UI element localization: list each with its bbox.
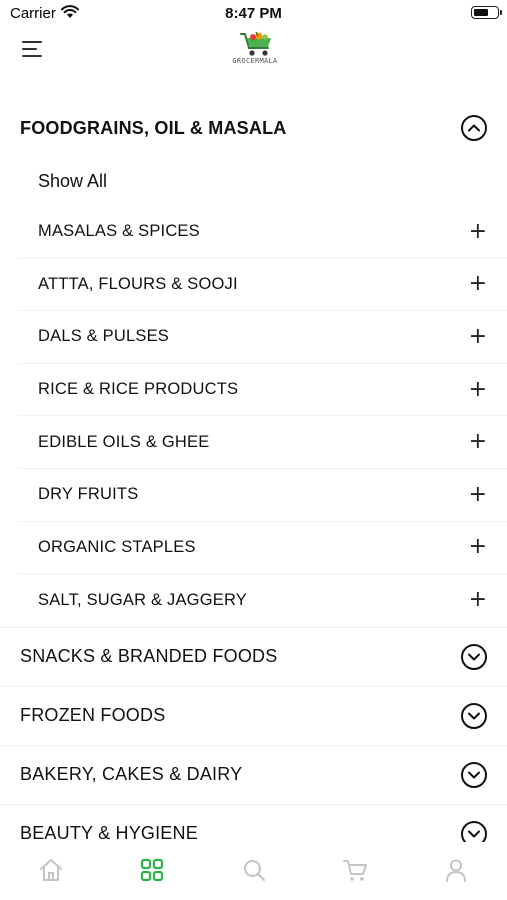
battery-icon xyxy=(471,6,502,19)
subcategory-item[interactable]: DALS & PULSES + xyxy=(18,311,507,364)
category-label: BEAUTY & HYGIENE xyxy=(20,823,198,842)
logo-text: GROCERMALA xyxy=(232,57,278,65)
subcategory-label: RICE & RICE PRODUCTS xyxy=(38,380,239,399)
chevron-down-icon[interactable] xyxy=(461,643,487,670)
category-label: SNACKS & BRANDED FOODS xyxy=(20,646,278,667)
subcategory-item[interactable]: ORGANIC STAPLES + xyxy=(18,522,507,575)
category-bakery[interactable]: BAKERY, CAKES & DAIRY xyxy=(0,744,507,804)
subcategory-item[interactable]: EDIBLE OILS & GHEE + xyxy=(18,416,507,469)
subcategory-item[interactable]: MASALAS & SPICES + xyxy=(18,206,507,259)
plus-icon[interactable]: + xyxy=(469,536,487,558)
category-frozen[interactable]: FROZEN FOODS xyxy=(0,685,507,745)
subcategory-label: DALS & PULSES xyxy=(38,327,169,346)
nav-home[interactable] xyxy=(0,842,101,900)
search-icon xyxy=(243,860,265,881)
subcategory-label: ORGANIC STAPLES xyxy=(38,537,196,556)
nav-cart[interactable] xyxy=(304,842,405,900)
section-foodgrains[interactable]: FOODGRAINS, OIL & MASALA xyxy=(0,100,507,156)
app-header: GROCERMALA xyxy=(0,28,507,72)
category-label: BAKERY, CAKES & DAIRY xyxy=(20,764,243,785)
category-beauty[interactable]: BEAUTY & HYGIENE xyxy=(0,803,507,842)
bottom-nav xyxy=(0,842,507,900)
nav-profile[interactable] xyxy=(406,842,507,900)
plus-icon[interactable]: + xyxy=(469,273,487,295)
category-snacks[interactable]: SNACKS & BRANDED FOODS xyxy=(0,626,507,686)
subcategory-label: MASALAS & SPICES xyxy=(38,222,200,241)
plus-icon[interactable]: + xyxy=(469,483,487,506)
subcategory-item[interactable]: DRY FRUITS + xyxy=(18,469,507,522)
category-list: FOODGRAINS, OIL & MASALA Show All MASALA… xyxy=(0,100,507,842)
chevron-down-icon[interactable] xyxy=(461,702,487,729)
plus-icon[interactable]: + xyxy=(469,589,487,611)
show-all-link[interactable]: Show All xyxy=(18,156,507,206)
profile-icon xyxy=(446,859,467,882)
plus-icon[interactable]: + xyxy=(469,220,487,243)
brand-logo: GROCERMALA xyxy=(232,28,278,72)
plus-icon[interactable]: + xyxy=(469,325,487,348)
plus-icon[interactable]: + xyxy=(469,378,487,401)
subcategory-item[interactable]: SALT, SUGAR & JAGGERY + xyxy=(18,574,507,627)
nav-categories[interactable] xyxy=(101,842,202,900)
subcategory-item[interactable]: RICE & RICE PRODUCTS + xyxy=(18,364,507,417)
menu-icon[interactable] xyxy=(22,39,44,59)
section-title: FOODGRAINS, OIL & MASALA xyxy=(20,117,287,138)
status-bar: Carrier 8:47 PM xyxy=(0,0,507,28)
category-label: FROZEN FOODS xyxy=(20,705,166,726)
chevron-down-icon[interactable] xyxy=(461,820,487,842)
subcategory-item[interactable]: ATTTA, FLOURS & SOOJI + xyxy=(18,259,507,312)
subcategory-label: EDIBLE OILS & GHEE xyxy=(38,432,210,451)
chevron-up-icon[interactable] xyxy=(461,115,487,141)
status-time: 8:47 PM xyxy=(225,5,282,22)
subcategory-list: Show All MASALAS & SPICES + ATTTA, FLOUR… xyxy=(18,156,507,627)
subcategory-label: DRY FRUITS xyxy=(38,485,139,504)
cart-icon xyxy=(342,860,367,881)
plus-icon[interactable]: + xyxy=(469,431,487,453)
subcategory-label: ATTTA, FLOURS & SOOJI xyxy=(38,274,238,293)
nav-search[interactable] xyxy=(203,842,304,900)
chevron-down-icon[interactable] xyxy=(461,761,487,788)
home-icon xyxy=(39,859,62,881)
categories-icon xyxy=(141,858,164,882)
subcategory-label: SALT, SUGAR & JAGGERY xyxy=(38,590,247,609)
